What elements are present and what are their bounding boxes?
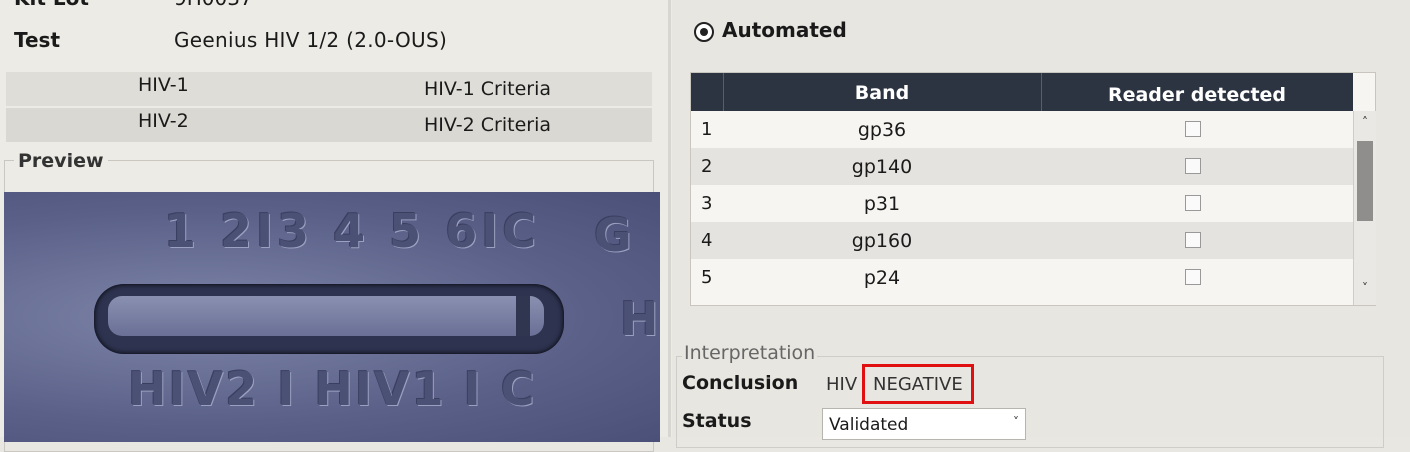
header-reader-detected[interactable]: Reader detected	[1041, 73, 1353, 111]
conclusion-prefix: HIV	[826, 374, 858, 395]
table-row[interactable]: 2 gp140	[691, 148, 1353, 185]
criteria-row: HIV-1 HIV-1 Criteria	[6, 72, 652, 106]
automated-label[interactable]: Automated	[722, 18, 847, 42]
criteria-row: HIV-2 HIV-2 Criteria	[6, 108, 652, 142]
criteria-name: HIV-2	[138, 110, 189, 132]
reader-detected-checkbox[interactable]	[1185, 121, 1201, 137]
kit-lot-value: 9H0037	[174, 0, 253, 10]
status-label: Status	[682, 410, 752, 432]
conclusion-value: NEGATIVE	[862, 364, 974, 404]
strip-labels: HIV2 I HIV1 I C	[128, 362, 537, 416]
conclusion-label: Conclusion	[682, 372, 799, 394]
criteria-name: HIV-1	[138, 74, 189, 96]
scroll-down-icon[interactable]: ˅	[1354, 281, 1376, 295]
band-name: gp160	[851, 230, 913, 252]
test-label: Test	[14, 28, 61, 52]
strip-window-inner	[108, 296, 544, 336]
test-value: Geenius HIV 1/2 (2.0-OUS)	[174, 28, 448, 52]
test-details-panel: Kit Lot 9H0037 Test Geenius HIV 1/2 (2.0…	[0, 0, 672, 452]
interpretation-label: Interpretation	[682, 342, 818, 364]
table-row[interactable]: 5 p24	[691, 259, 1353, 296]
row-number: 5	[701, 267, 713, 288]
result-panel: Automated Band Reader detected 1 gp36 2 …	[672, 0, 1410, 448]
header-index	[691, 73, 724, 111]
strip-partial-text: G	[594, 208, 632, 262]
band-name: p24	[863, 267, 901, 289]
bands-table: Band Reader detected 1 gp36 2 gp140 3 p3…	[690, 72, 1376, 306]
row-number: 4	[701, 230, 713, 251]
strip-control-line	[516, 296, 530, 336]
status-dropdown[interactable]: Validated ˅	[822, 408, 1026, 440]
criteria-text: HIV-2 Criteria	[424, 114, 551, 136]
band-name: p31	[863, 193, 901, 215]
reader-detected-checkbox[interactable]	[1185, 232, 1201, 248]
scroll-up-icon[interactable]: ˄	[1354, 115, 1376, 129]
table-row[interactable]: 4 gp160	[691, 222, 1353, 259]
header-band[interactable]: Band	[723, 73, 1042, 111]
band-name: gp36	[857, 119, 907, 141]
scroll-thumb[interactable]	[1357, 141, 1373, 221]
table-row[interactable]: 3 p31	[691, 185, 1353, 222]
strip-partial-text: H	[620, 292, 659, 346]
table-row[interactable]: 1 gp36	[691, 111, 1353, 148]
test-strip-image: 1 2I3 4 5 6IC G H HIV2 I HIV1 I C	[4, 192, 660, 442]
preview-label: Preview	[14, 150, 108, 172]
chevron-down-icon: ˅	[1013, 415, 1019, 429]
reader-detected-checkbox[interactable]	[1185, 158, 1201, 174]
criteria-text: HIV-1 Criteria	[424, 78, 551, 100]
reader-detected-checkbox[interactable]	[1185, 195, 1201, 211]
automated-radio[interactable]	[694, 22, 714, 42]
status-value: Validated	[829, 415, 909, 435]
row-number: 3	[701, 193, 713, 214]
kit-lot-label: Kit Lot	[14, 0, 89, 10]
panel-divider	[668, 0, 671, 437]
interpretation-group	[676, 356, 1384, 448]
row-number: 1	[701, 119, 713, 140]
band-name: gp140	[851, 156, 913, 178]
strip-band-numbers: 1 2I3 4 5 6IC	[164, 204, 541, 258]
row-number: 2	[701, 156, 713, 177]
reader-detected-checkbox[interactable]	[1185, 269, 1201, 285]
bands-table-header: Band Reader detected	[691, 73, 1353, 111]
table-scrollbar[interactable]: ˄ ˅	[1353, 111, 1376, 305]
